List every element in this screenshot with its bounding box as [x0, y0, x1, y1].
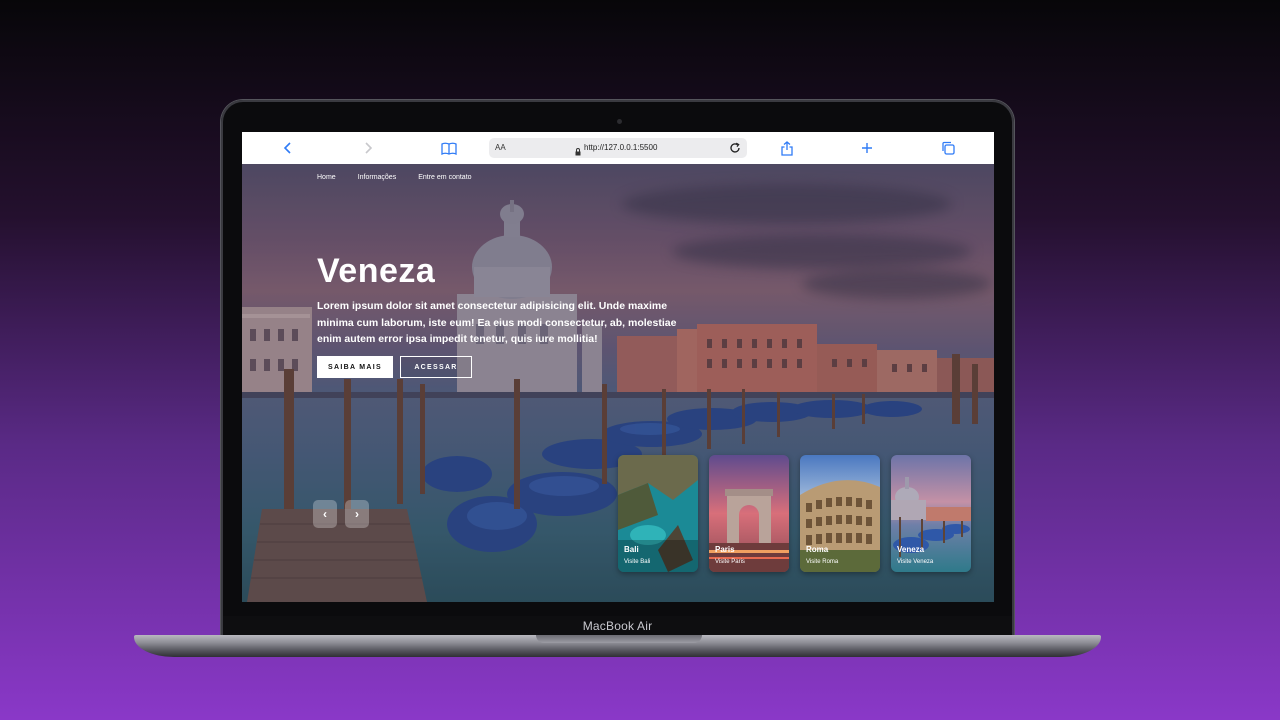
laptop-notch — [536, 635, 702, 643]
destination-card-bali[interactable]: Bali Visite Bali — [618, 455, 698, 572]
share-icon[interactable] — [777, 138, 797, 158]
acessar-button[interactable]: ACESSAR — [400, 356, 472, 378]
next-slide-button[interactable]: › — [345, 500, 369, 528]
roma-thumbnail — [800, 455, 880, 572]
lock-icon — [575, 143, 581, 161]
forward-icon[interactable] — [358, 138, 378, 158]
saiba-mais-button[interactable]: SAIBA MAIS — [317, 356, 393, 378]
destination-card-paris[interactable]: Paris Visite Paris — [709, 455, 789, 572]
nav-item-contato[interactable]: Entre em contato — [418, 174, 471, 181]
card-subtitle: Visite Bali — [624, 559, 651, 565]
reload-icon[interactable] — [729, 141, 741, 159]
card-title: Roma — [806, 545, 829, 554]
card-title: Paris — [715, 545, 735, 554]
nav-item-home[interactable]: Home — [317, 174, 336, 181]
site-nav: Home Informações Entre em contato — [317, 174, 472, 181]
url-text[interactable]: http://127.0.0.1:5500 — [584, 143, 657, 152]
screen: AA http://127.0.0.1:5500 Home Informaçõe… — [242, 132, 994, 602]
tabs-icon[interactable] — [938, 138, 958, 158]
browser-toolbar: AA http://127.0.0.1:5500 — [242, 132, 994, 164]
card-subtitle: Visite Roma — [806, 559, 839, 565]
bali-thumbnail — [618, 455, 698, 572]
camera — [617, 119, 622, 124]
bookmarks-icon[interactable] — [439, 138, 459, 158]
reader-mode-button[interactable]: AA — [495, 143, 506, 152]
nav-item-informacoes[interactable]: Informações — [358, 174, 397, 181]
hero-title: Veneza — [317, 252, 436, 290]
card-subtitle: Visite Paris — [715, 559, 745, 565]
address-bar[interactable]: AA http://127.0.0.1:5500 — [489, 138, 747, 158]
hero-section: Home Informações Entre em contato Veneza… — [242, 164, 994, 602]
card-title: Veneza — [897, 545, 925, 554]
card-subtitle: Visite Veneza — [897, 559, 934, 565]
prev-slide-button[interactable]: ‹ — [313, 500, 337, 528]
card-title: Bali — [624, 545, 639, 554]
paris-thumbnail — [709, 455, 789, 572]
new-tab-icon[interactable] — [857, 138, 877, 158]
veneza-thumbnail — [891, 455, 971, 572]
destination-card-veneza[interactable]: Veneza Visite Veneza — [891, 455, 971, 572]
laptop-model-label: MacBook Air — [582, 619, 653, 633]
hero-description: Lorem ipsum dolor sit amet consectetur a… — [317, 300, 677, 345]
destination-card-roma[interactable]: Roma Visite Roma — [800, 455, 880, 572]
back-icon[interactable] — [278, 138, 298, 158]
